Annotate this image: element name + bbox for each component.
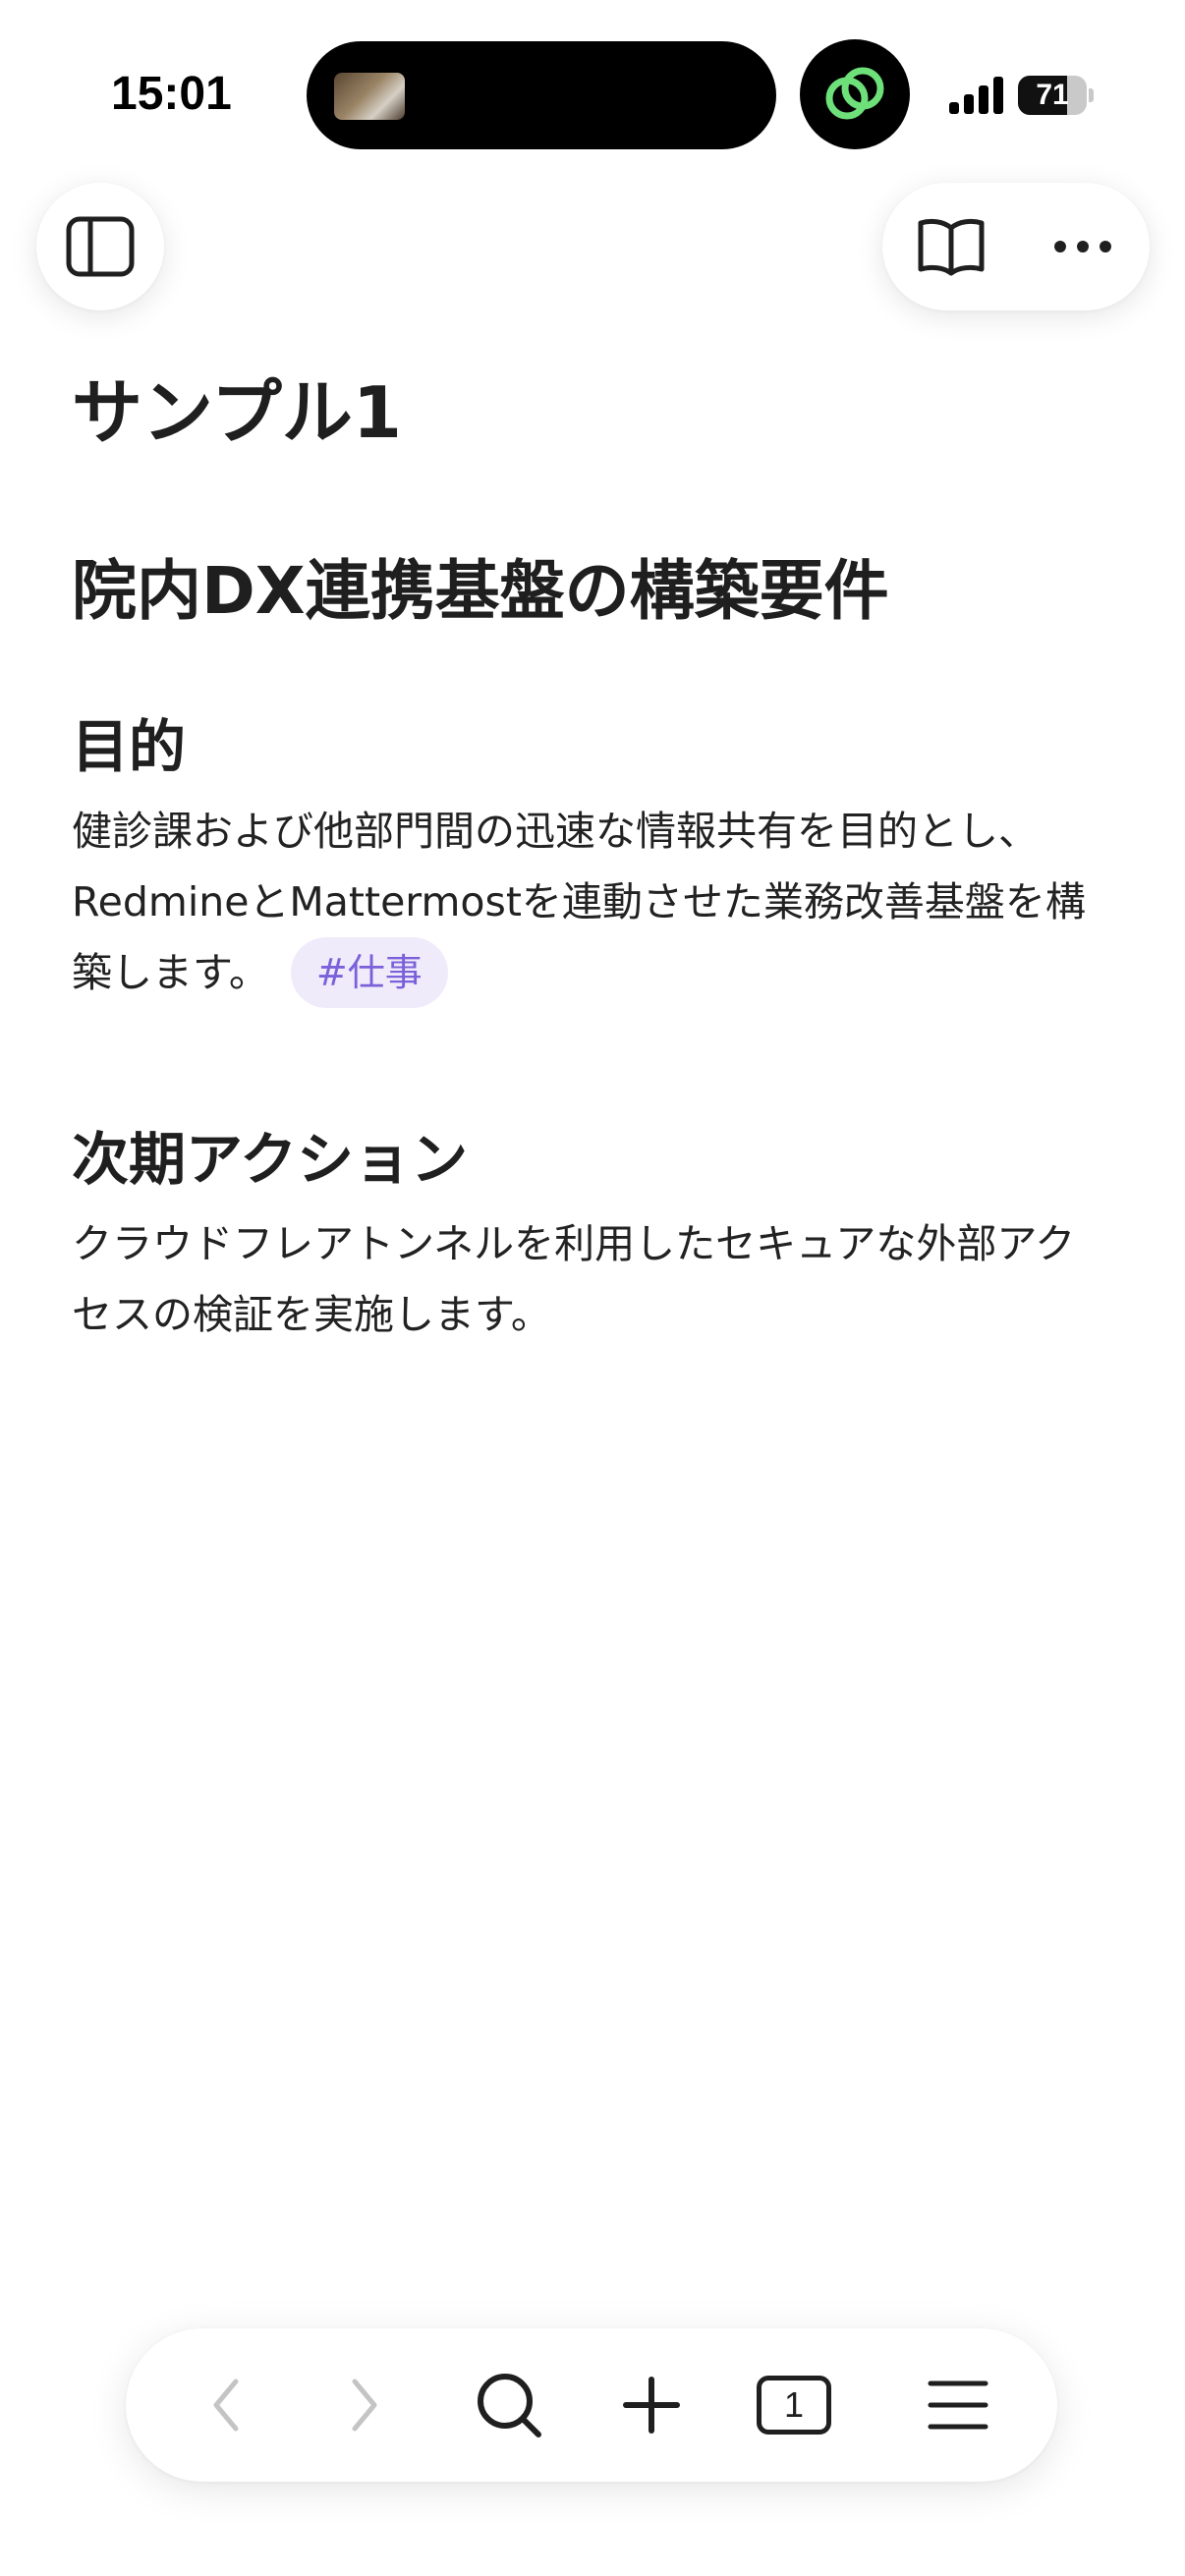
section-text: 健診課および他部門間の迅速な情報共有を目的とし、RedmineとMattermo…	[72, 808, 1086, 996]
ellipsis-icon	[1054, 241, 1111, 252]
note-title[interactable]: サンプル1	[72, 364, 402, 462]
bottom-toolbar: 1	[126, 2328, 1057, 2482]
add-button[interactable]	[602, 2356, 701, 2454]
hashtag-chip[interactable]: #仕事	[290, 937, 448, 1008]
note-page: 15:01 71 サンプル1 院内DX連携基盤の構築要件 目的 健診課および他部…	[0, 0, 1185, 2576]
reader-mode-button[interactable]	[912, 207, 990, 286]
live-activity-link-icon[interactable]	[800, 39, 910, 149]
dynamic-island[interactable]	[307, 41, 776, 149]
section-body-purpose[interactable]: 健診課および他部門間の迅速な情報共有を目的とし、RedmineとMattermo…	[72, 796, 1113, 1008]
sidebar-toggle-button[interactable]	[36, 183, 164, 310]
forward-button[interactable]	[315, 2356, 414, 2454]
tab-count: 1	[783, 2384, 805, 2425]
media-thumbnail	[334, 73, 405, 120]
battery-level: 71	[1036, 79, 1069, 111]
battery-icon: 71	[1018, 76, 1094, 115]
open-book-icon	[918, 218, 985, 276]
top-right-actions	[882, 183, 1150, 310]
status-time: 15:01	[111, 68, 232, 120]
section-heading-purpose[interactable]: 目的	[72, 707, 186, 786]
sidebar-icon	[66, 216, 135, 277]
tabs-button[interactable]: 1	[745, 2356, 843, 2454]
more-options-button[interactable]	[1044, 207, 1122, 286]
section-body-next-action[interactable]: クラウドフレアトンネルを利用したセキュアな外部アクセスの検証を実施します。	[72, 1208, 1113, 1350]
chevron-left-icon	[213, 2379, 239, 2432]
tabs-icon: 1	[757, 2376, 831, 2435]
section-heading-next-action[interactable]: 次期アクション	[72, 1120, 468, 1199]
cellular-signal-icon	[949, 77, 1006, 118]
search-button[interactable]	[460, 2356, 558, 2454]
chevron-right-icon	[352, 2379, 377, 2432]
back-button[interactable]	[177, 2356, 275, 2454]
search-icon	[478, 2374, 541, 2437]
plus-icon	[623, 2377, 680, 2434]
document-heading[interactable]: 院内DX連携基盤の構築要件	[72, 542, 889, 641]
hamburger-menu-icon	[928, 2380, 988, 2430]
menu-button[interactable]	[909, 2356, 1007, 2454]
